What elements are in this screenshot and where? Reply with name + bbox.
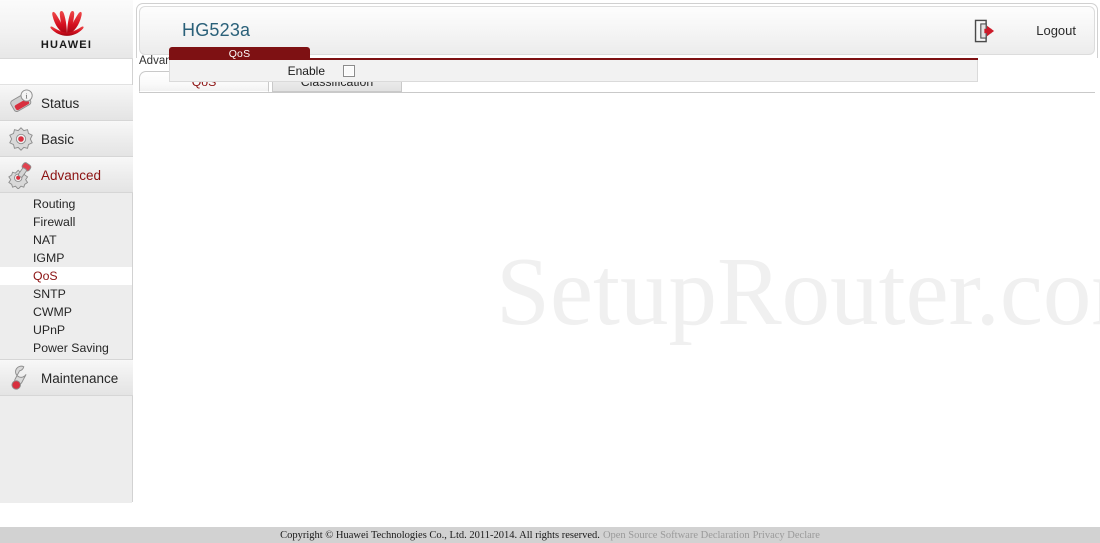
sidebar-subitem-label: QoS xyxy=(33,269,58,283)
qos-settings-panel: QoS Enable xyxy=(169,47,978,82)
svg-text:i: i xyxy=(26,91,28,100)
logout-door-arrow-icon xyxy=(975,19,995,42)
sidebar-item-basic[interactable]: Basic xyxy=(0,121,133,157)
sidebar-subitem-label: CWMP xyxy=(33,305,72,319)
sidebar: HUAWEI i Status Basic Advanced Routing F… xyxy=(0,0,133,503)
logout-label: Logout xyxy=(1036,23,1076,38)
sidebar-spacer xyxy=(0,59,132,85)
footer-copyright: Copyright © Huawei Technologies Co., Ltd… xyxy=(280,529,600,541)
main-content: HG523a Logout Advanced > QoS > QoS QoS C… xyxy=(134,0,1100,502)
sidebar-subitem-qos[interactable]: QoS xyxy=(0,267,132,285)
sidebar-subitem-upnp[interactable]: UPnP xyxy=(0,321,132,339)
sidebar-item-label: Maintenance xyxy=(41,370,119,386)
footer-link-open-source[interactable]: Open Source Software Declaration xyxy=(603,530,750,541)
sidebar-item-label: Advanced xyxy=(41,167,102,183)
footer: Copyright © Huawei Technologies Co., Ltd… xyxy=(0,527,1100,543)
sidebar-subitem-label: Routing xyxy=(33,197,76,211)
sidebar-subitem-label: Firewall xyxy=(33,215,76,229)
sidebar-submenu-advanced: Routing Firewall NAT IGMP QoS SNTP CWMP … xyxy=(0,193,132,360)
sidebar-item-label: Basic xyxy=(41,131,75,147)
footer-link-privacy[interactable]: Privacy Declare xyxy=(753,530,820,541)
brand-wordmark: HUAWEI xyxy=(40,39,93,51)
logout-button[interactable]: Logout xyxy=(972,17,1076,45)
sidebar-item-advanced[interactable]: Advanced xyxy=(0,157,133,193)
qos-panel-header: QoS xyxy=(169,47,978,60)
sidebar-item-maintenance[interactable]: Maintenance xyxy=(0,360,133,396)
brand-logo: HUAWEI xyxy=(0,0,133,59)
status-info-icon: i xyxy=(10,89,33,112)
qos-enable-row: Enable xyxy=(169,60,978,82)
sidebar-subitem-label: IGMP xyxy=(33,251,65,265)
sidebar-filler xyxy=(0,396,132,503)
sidebar-subitem-sntp[interactable]: SNTP xyxy=(0,285,132,303)
sidebar-item-label: Status xyxy=(41,95,80,111)
sidebar-item-status[interactable]: i Status xyxy=(0,85,133,121)
page-title: HG523a xyxy=(182,20,251,40)
qos-enable-checkbox[interactable] xyxy=(343,64,355,77)
router-admin-page: HUAWEI i Status Basic Advanced Routing F… xyxy=(0,0,1100,543)
sidebar-subitem-label: UPnP xyxy=(33,323,66,337)
sidebar-subitem-power-saving[interactable]: Power Saving xyxy=(0,339,132,357)
sidebar-subitem-routing[interactable]: Routing xyxy=(0,195,132,213)
sidebar-subitem-firewall[interactable]: Firewall xyxy=(0,213,132,231)
sidebar-subitem-nat[interactable]: NAT xyxy=(0,231,132,249)
wrench-icon xyxy=(11,365,27,390)
site-watermark: SetupRouter.com xyxy=(496,238,1100,345)
qos-panel-title: QoS xyxy=(169,47,310,60)
huawei-logo-icon xyxy=(49,10,84,36)
sidebar-subitem-label: SNTP xyxy=(33,287,66,301)
gear-icon xyxy=(9,127,33,151)
sidebar-subitem-label: NAT xyxy=(33,233,57,247)
sidebar-subitem-cwmp[interactable]: CWMP xyxy=(0,303,132,321)
sidebar-subitem-igmp[interactable]: IGMP xyxy=(0,249,132,267)
sidebar-subitem-label: Power Saving xyxy=(33,341,109,355)
qos-enable-label: Enable xyxy=(287,63,325,78)
gear-wrench-icon xyxy=(8,162,32,189)
